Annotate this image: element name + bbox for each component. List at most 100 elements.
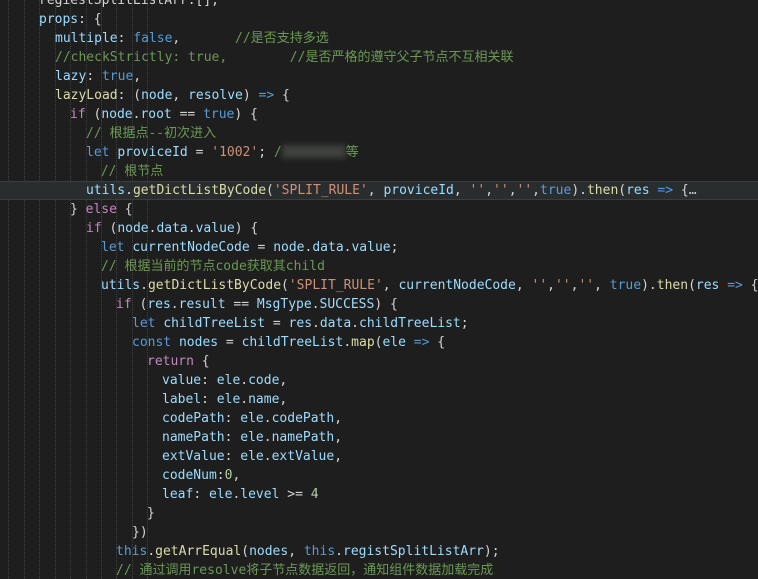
code-token: ): [242, 88, 259, 103]
code-token: true: [609, 278, 642, 293]
code-token: extValue: [162, 449, 225, 464]
code-token: childTreeList: [359, 316, 461, 331]
code-token: (: [241, 544, 250, 559]
code-text: extValue: ele.extValue,: [162, 447, 342, 466]
code-token: '1002': [211, 145, 259, 160]
code-token: ==: [225, 297, 257, 312]
code-line: // 根节点: [0, 162, 758, 181]
code-line: leaf: ele.level >= 4: [0, 485, 758, 504]
code-line: if (res.result == MsgType.SUCCESS) {: [0, 295, 758, 314]
code-token: ,: [532, 183, 540, 198]
code-token: =>: [413, 335, 430, 350]
code-token: '': [469, 183, 486, 198]
code-token: '': [554, 278, 571, 293]
code-token: multiple: [55, 31, 118, 46]
code-token: {: [673, 183, 689, 198]
code-token: ,: [334, 430, 343, 445]
code-token: .: [311, 297, 320, 312]
code-text: if (node.root == true) {: [70, 105, 258, 124]
code-line: regiestSplitListArr:[],: [0, 0, 758, 10]
code-token: >=: [279, 487, 311, 502]
code-token: label: [162, 392, 202, 407]
code-token: {: [429, 335, 446, 350]
code-line: // 通过调用resolve将子节点数据返回，通知组件数据加载完成: [0, 561, 758, 579]
code-text: lazy: true,: [55, 67, 141, 86]
code-text: utils.getDictListByCode('SPLIT_RULE', cu…: [101, 276, 758, 295]
folded-code-ellipsis[interactable]: …: [689, 183, 697, 198]
code-text: }: [147, 504, 155, 523]
code-token: (: [266, 183, 274, 198]
code-token: }: [147, 506, 155, 521]
code-token: else: [85, 202, 117, 217]
code-token: utils: [86, 183, 126, 198]
code-token: ,: [485, 183, 494, 198]
code-editor[interactable]: regiestSplitListArr:[], props: {multiple:…: [0, 0, 758, 579]
code-text: // 通过调用resolve将子节点数据返回，通知组件数据加载完成: [116, 561, 493, 579]
code-token: namePath: [271, 430, 335, 445]
code-text: // 根据点--初次进入: [86, 124, 216, 143]
code-text: regiestSplitListArr:[],: [39, 0, 219, 10]
code-token: :: [201, 392, 217, 407]
code-token: 4: [310, 487, 319, 502]
code-token: data: [312, 240, 344, 255]
code-line: if (node.data.value) {: [0, 219, 758, 238]
code-token: const: [132, 335, 172, 350]
code-token: if: [86, 221, 102, 236]
code-token: ,: [279, 373, 288, 388]
code-line: //checkStrictly: true, //是否严格的遵守父子节点不互相关…: [0, 48, 758, 67]
code-token: ele: [240, 430, 264, 445]
code-token: .: [343, 335, 352, 350]
code-token: getDictListByCode: [132, 183, 267, 198]
code-token: let: [101, 240, 125, 255]
code-line: value: ele.code,: [0, 371, 758, 390]
code-token: ,: [334, 449, 343, 464]
code-token: childTreeList: [241, 335, 344, 350]
code-token: :: [201, 373, 217, 388]
code-token: currentNodeCode: [398, 278, 516, 293]
code-token: ,: [232, 468, 241, 483]
code-line: lazy: true,: [0, 67, 758, 86]
code-token: =: [187, 145, 212, 160]
code-line: this.getArrEqual(nodes, this.registSplit…: [0, 542, 758, 561]
code-token: .: [263, 449, 272, 464]
code-token: : {: [78, 12, 102, 27]
code-token: lazy: [55, 69, 87, 84]
code-token: SUCCESS: [319, 297, 375, 312]
code-token: ;: [460, 316, 469, 331]
code-line: codePath: ele.codePath,: [0, 409, 758, 428]
code-token: res: [695, 278, 720, 293]
code-token: // 根据当前的节点code获取其child: [101, 259, 325, 274]
code-token: {: [274, 88, 290, 103]
code-token: root: [140, 107, 172, 122]
code-token: {: [193, 354, 210, 369]
code-token: //checkStrictly: true, //是否严格的遵守父子节点不互相关…: [55, 50, 514, 65]
code-token: getDictListByCode: [147, 278, 282, 293]
code-token: {: [116, 202, 133, 217]
code-token: ele: [216, 392, 241, 407]
code-token: true: [540, 183, 572, 198]
code-token: .: [312, 316, 320, 331]
code-token: leaf: [162, 487, 194, 502]
code-text: multiple: false, //是否支持多选: [55, 29, 329, 48]
code-token: ele: [240, 411, 264, 426]
code-token: ,: [515, 278, 532, 293]
code-token: ,: [172, 31, 236, 46]
code-line: multiple: false, //是否支持多选: [0, 29, 758, 48]
code-token: ,: [279, 392, 288, 407]
code-token: registSplitListArr: [343, 544, 484, 559]
code-token: ,: [288, 544, 304, 559]
code-text: namePath: ele.namePath,: [162, 428, 342, 447]
code-line: extValue: ele.extValue,: [0, 447, 758, 466]
code-token: ).: [641, 278, 657, 293]
code-line: // 根据点--初次进入: [0, 124, 758, 143]
code-token: .: [240, 392, 249, 407]
code-token: ,: [508, 183, 517, 198]
code-token: '': [516, 183, 533, 198]
code-text: this.getArrEqual(nodes, this.registSplit…: [116, 542, 500, 561]
code-token: let: [132, 316, 156, 331]
code-token: ,: [594, 278, 610, 293]
code-token: this: [116, 544, 148, 559]
code-token: (: [618, 183, 627, 198]
code-token: ).: [571, 183, 587, 198]
